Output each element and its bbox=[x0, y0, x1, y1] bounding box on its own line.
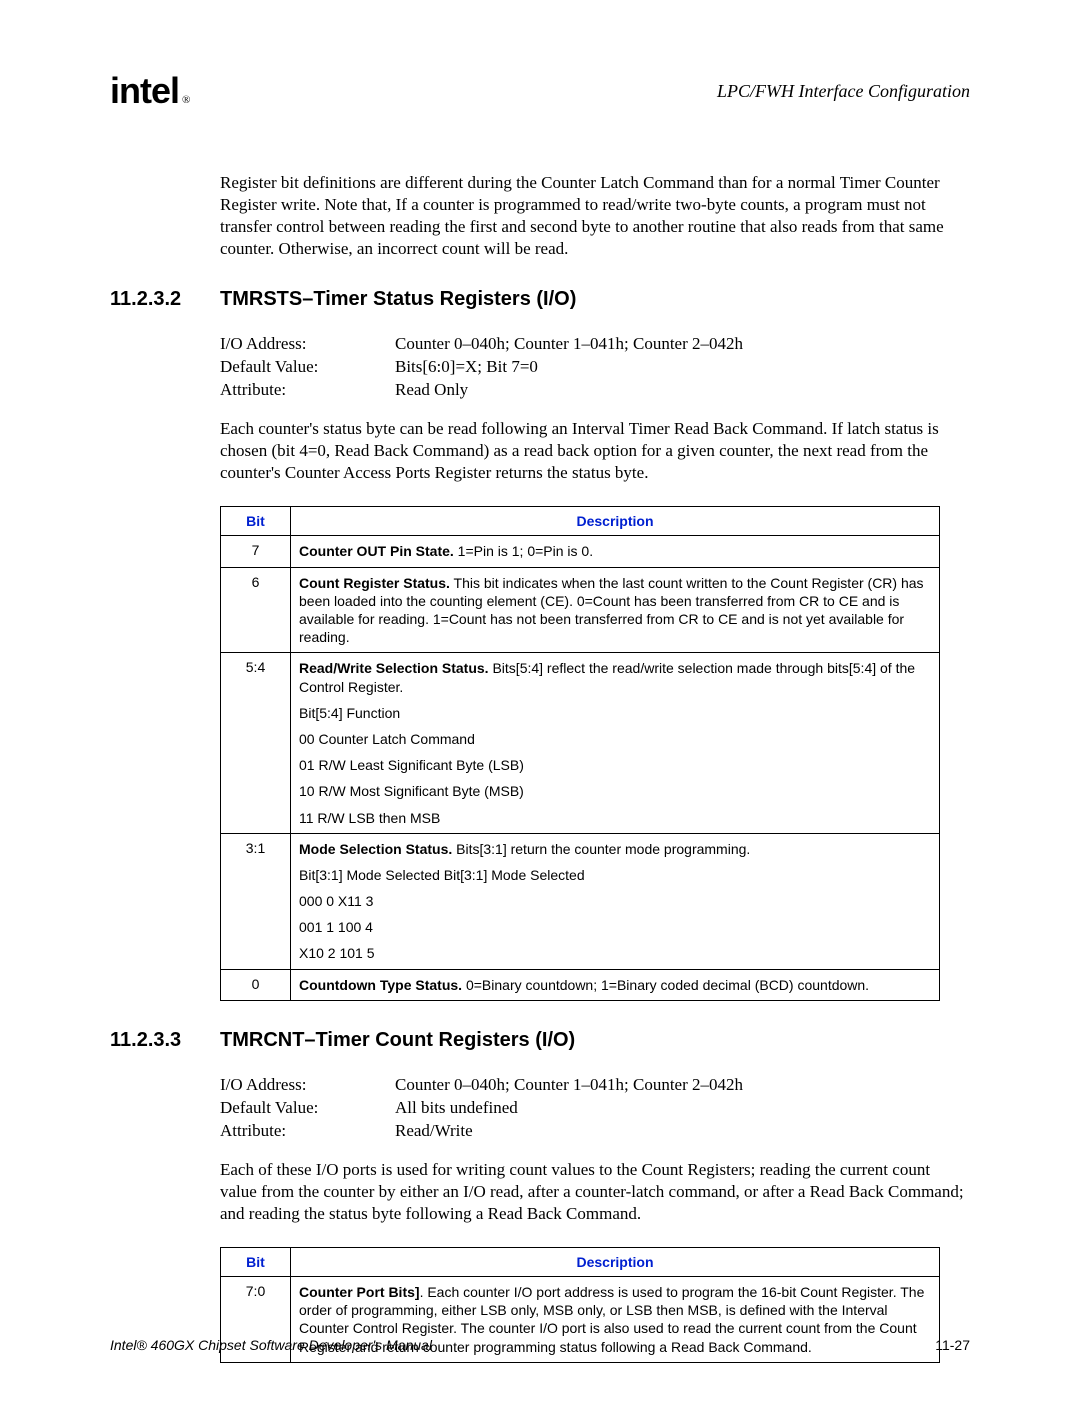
attr-label: Attribute: bbox=[220, 1120, 395, 1143]
attr-label: Attribute: bbox=[220, 379, 395, 402]
section-heading: 11.2.3.2 TMRSTS–Timer Status Registers (… bbox=[110, 288, 970, 311]
attr-value: All bits undefined bbox=[395, 1097, 518, 1120]
section-title: TMRCNT–Timer Count Registers (I/O) bbox=[220, 1029, 575, 1052]
table-row: 6Count Register Status. This bit indicat… bbox=[221, 567, 940, 653]
description-line: Read/Write Selection Status. Bits[5:4] r… bbox=[299, 659, 931, 695]
description-line: Countdown Type Status. 0=Binary countdow… bbox=[299, 976, 931, 994]
attr-value: Counter 0–040h; Counter 1–041h; Counter … bbox=[395, 1074, 743, 1097]
attr-value: Counter 0–040h; Counter 1–041h; Counter … bbox=[395, 333, 743, 356]
page-footer: Intel® 460GX Chipset Software Developer'… bbox=[110, 1337, 970, 1353]
description-line: 000 0 X11 3 bbox=[299, 892, 931, 910]
bit-cell: 6 bbox=[221, 567, 291, 653]
section-number: 11.2.3.3 bbox=[110, 1029, 220, 1052]
description-cell: Countdown Type Status. 0=Binary countdow… bbox=[291, 969, 940, 1000]
field-name: Counter Port Bits] bbox=[299, 1284, 420, 1300]
footer-page-number: 11-27 bbox=[935, 1337, 970, 1353]
description-line: 001 1 100 4 bbox=[299, 918, 931, 936]
attr-value: Read/Write bbox=[395, 1120, 473, 1143]
description-cell: Counter OUT Pin State. 1=Pin is 1; 0=Pin… bbox=[291, 536, 940, 567]
attr-label: Default Value: bbox=[220, 356, 395, 379]
table-row: 7 Counter OUT Pin State. 1=Pin is 1; 0=Pi… bbox=[221, 536, 940, 567]
register-table: Bit Description 7 Counter OUT Pin State. … bbox=[220, 506, 940, 1000]
section-heading: 11.2.3.3 TMRCNT–Timer Count Registers (I… bbox=[110, 1029, 970, 1052]
field-name: Count Register Status. bbox=[299, 575, 450, 591]
section-title: TMRSTS–Timer Status Registers (I/O) bbox=[220, 288, 576, 311]
table-row: 3:1 Mode Selection Status. Bits[3:1] retu… bbox=[221, 833, 940, 969]
field-name: Read/Write Selection Status. bbox=[299, 660, 489, 676]
footer-left: Intel® 460GX Chipset Software Developer'… bbox=[110, 1337, 432, 1353]
attr-label: Default Value: bbox=[220, 1097, 395, 1120]
th-bit: Bit bbox=[221, 507, 291, 536]
bit-cell: 0 bbox=[221, 969, 291, 1000]
description-line: 10 R/W Most Significant Byte (MSB) bbox=[299, 782, 931, 800]
description-line: X10 2 101 5 bbox=[299, 944, 931, 962]
page: intel ® LPC/FWH Interface Configuration … bbox=[0, 0, 1080, 1421]
attr-value: Bits[6:0]=X; Bit 7=0 bbox=[395, 356, 538, 379]
bit-cell: 3:1 bbox=[221, 833, 291, 969]
description-line: Bit[3:1] Mode Selected Bit[3:1] Mode Sel… bbox=[299, 866, 931, 884]
attr-label: I/O Address: bbox=[220, 333, 395, 356]
attr-label: I/O Address: bbox=[220, 1074, 395, 1097]
section-paragraph: Each counter's status byte can be read f… bbox=[220, 418, 970, 484]
description-line: Count Register Status. This bit indicate… bbox=[299, 574, 931, 647]
bit-cell: 7 bbox=[221, 536, 291, 567]
field-name: Counter OUT Pin State. bbox=[299, 543, 454, 559]
description-cell: Read/Write Selection Status. Bits[5:4] r… bbox=[291, 653, 940, 833]
description-cell: Count Register Status. This bit indicate… bbox=[291, 567, 940, 653]
th-description: Description bbox=[291, 507, 940, 536]
attr-row: Attribute: Read Only bbox=[220, 379, 970, 402]
description-line: 00 Counter Latch Command bbox=[299, 730, 931, 748]
table-row: 5:4Read/Write Selection Status. Bits[5:4… bbox=[221, 653, 940, 833]
intel-logo: intel ® bbox=[110, 70, 189, 112]
section-number: 11.2.3.2 bbox=[110, 288, 220, 311]
register-attributes: I/O Address: Counter 0–040h; Counter 1–0… bbox=[220, 1074, 970, 1143]
attr-row: I/O Address: Counter 0–040h; Counter 1–0… bbox=[220, 1074, 970, 1097]
field-name: Countdown Type Status. bbox=[299, 977, 462, 993]
attr-row: Default Value: All bits undefined bbox=[220, 1097, 970, 1120]
description-cell: Mode Selection Status. Bits[3:1] return … bbox=[291, 833, 940, 969]
logo-text: intel bbox=[110, 70, 179, 112]
description-line: 11 R/W LSB then MSB bbox=[299, 809, 931, 827]
description-line: 01 R/W Least Significant Byte (LSB) bbox=[299, 756, 931, 774]
chapter-title: LPC/FWH Interface Configuration bbox=[717, 81, 970, 102]
th-bit: Bit bbox=[221, 1247, 291, 1276]
description-line: Mode Selection Status. Bits[3:1] return … bbox=[299, 840, 931, 858]
attr-row: Default Value: Bits[6:0]=X; Bit 7=0 bbox=[220, 356, 970, 379]
attr-row: I/O Address: Counter 0–040h; Counter 1–0… bbox=[220, 333, 970, 356]
attr-row: Attribute: Read/Write bbox=[220, 1120, 970, 1143]
section-paragraph: Each of these I/O ports is used for writ… bbox=[220, 1159, 970, 1225]
table-row: 0 Countdown Type Status. 0=Binary countdo… bbox=[221, 969, 940, 1000]
logo-registered: ® bbox=[182, 94, 189, 106]
page-content: Register bit definitions are different d… bbox=[220, 172, 970, 1363]
description-line: Counter OUT Pin State. 1=Pin is 1; 0=Pin… bbox=[299, 542, 931, 560]
register-attributes: I/O Address: Counter 0–040h; Counter 1–0… bbox=[220, 333, 970, 402]
bit-cell: 5:4 bbox=[221, 653, 291, 833]
intro-paragraph: Register bit definitions are different d… bbox=[220, 172, 970, 260]
page-header: intel ® LPC/FWH Interface Configuration bbox=[110, 70, 970, 112]
description-line: Bit[5:4] Function bbox=[299, 704, 931, 722]
attr-value: Read Only bbox=[395, 379, 468, 402]
th-description: Description bbox=[291, 1247, 940, 1276]
field-name: Mode Selection Status. bbox=[299, 841, 452, 857]
